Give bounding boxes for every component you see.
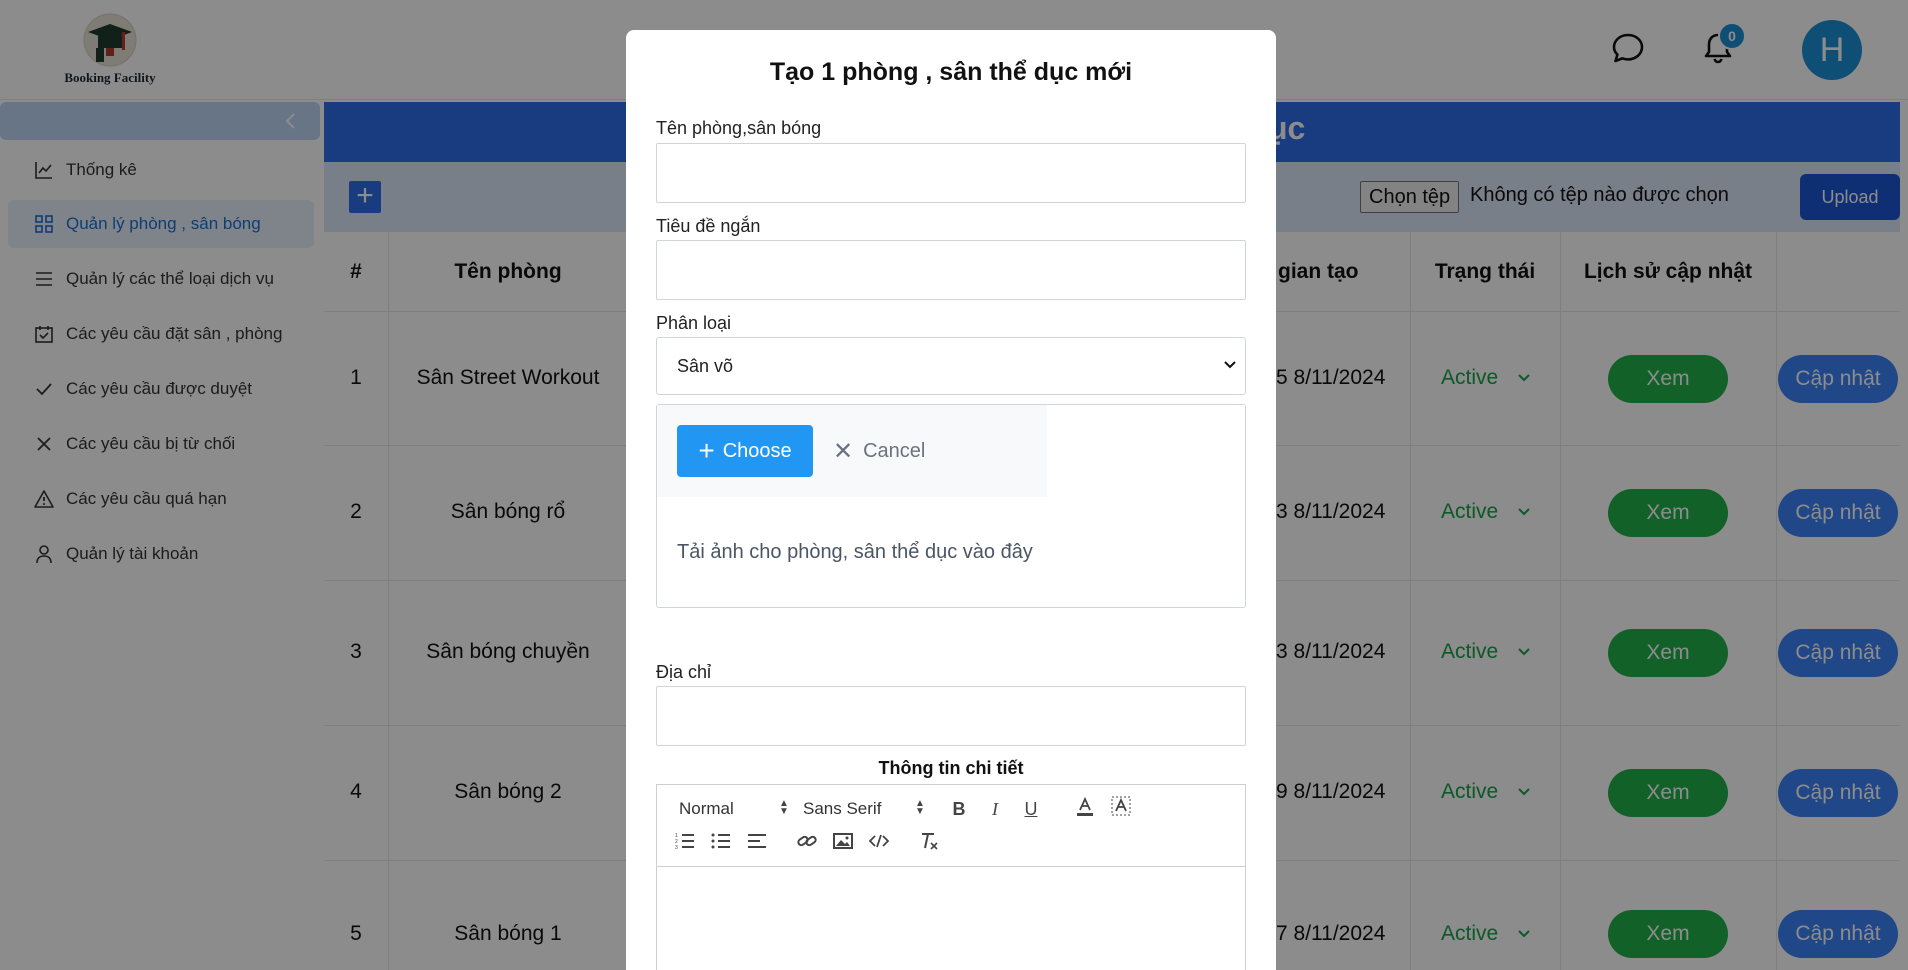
category-label: Phân loại [656,313,732,333]
address-label: Địa chỉ [656,662,712,682]
chevron-down-icon [1224,361,1236,369]
name-label: Tên phòng,sân bóng [656,118,822,138]
text-color-icon[interactable] [1073,795,1097,819]
image-icon[interactable] [831,829,855,853]
rich-text-editor: Normal ▲ ▼ Sans Serif ▲ ▼ B I U 123 [656,784,1246,970]
upload-toolbar: + Choose ✕ Cancel [657,405,1047,497]
editor-content-area[interactable] [657,867,1245,970]
address-input[interactable] [656,686,1246,746]
cancel-upload-button[interactable]: ✕ Cancel [833,425,925,477]
updown-icon: ▲ ▼ [915,798,925,817]
format-select[interactable]: Normal ▲ ▼ [679,799,789,819]
plus-icon: + [698,435,715,466]
italic-icon[interactable]: I [983,797,1007,821]
svg-text:3: 3 [675,845,678,850]
underline-icon[interactable]: U [1019,797,1043,821]
room-name-input[interactable] [656,143,1246,203]
category-selected-value: Sân võ [677,355,734,376]
ordered-list-icon[interactable]: 123 [673,829,697,853]
editor-toolbar: Normal ▲ ▼ Sans Serif ▲ ▼ B I U 123 [657,785,1245,867]
bold-icon[interactable]: B [947,797,971,821]
font-select[interactable]: Sans Serif ▲ ▼ [803,798,925,819]
code-icon[interactable] [867,829,891,853]
align-icon[interactable] [745,829,769,853]
background-color-icon[interactable] [1109,795,1133,819]
short-title-label: Tiêu đề ngắn [656,216,761,236]
bullet-list-icon[interactable] [709,829,733,853]
choose-label: Choose [722,439,792,462]
create-room-modal: Tạo 1 phòng , sân thể dục mới Tên phòng,… [626,30,1276,970]
font-select-value: Sans Serif [803,799,882,818]
image-upload-area[interactable]: + Choose ✕ Cancel Tải ảnh cho phòng, sân… [656,404,1246,608]
clear-format-icon[interactable] [917,829,941,853]
format-select-value: Normal [679,799,734,818]
modal-title: Tạo 1 phòng , sân thể dục mới [769,58,1133,86]
choose-file-button[interactable]: + Choose [677,425,813,477]
link-icon[interactable] [795,829,819,853]
updown-icon: ▲ ▼ [779,798,789,817]
upload-hint: Tải ảnh cho phòng, sân thể dục vào đây [677,541,1033,563]
detail-title: Thông tin chi tiết [878,758,1024,778]
close-icon: ✕ [833,437,854,465]
category-select[interactable]: Sân võ [656,337,1246,395]
short-title-input[interactable] [656,240,1246,300]
cancel-label: Cancel [863,439,926,462]
